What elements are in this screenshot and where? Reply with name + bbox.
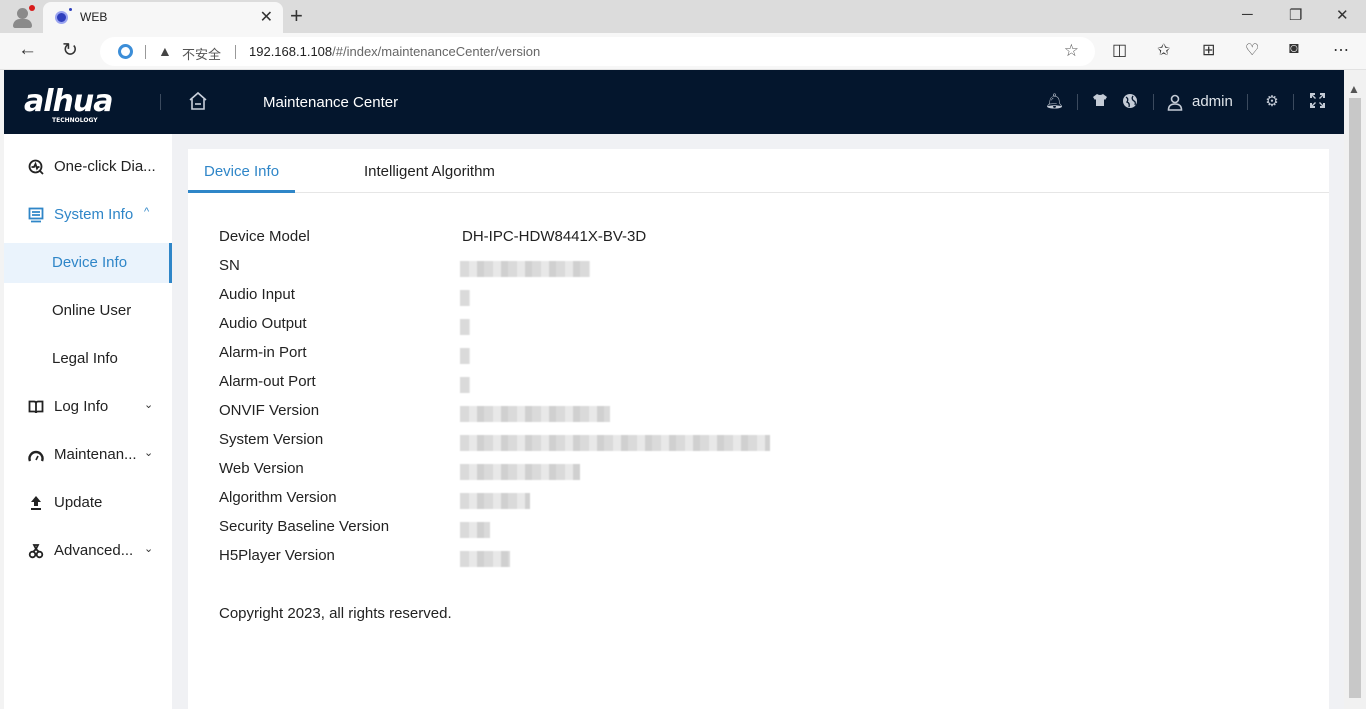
info-row-system-version: System Version	[219, 431, 919, 453]
favorites-icon[interactable]: ✩	[1157, 40, 1170, 60]
book-icon	[28, 400, 44, 414]
address-bar[interactable]: ▲ 不安全 192.168.1.108/#/index/maintenanceC…	[100, 37, 1095, 66]
diagnosis-icon	[28, 159, 44, 175]
advanced-icon	[28, 544, 44, 559]
browser-tab-title: WEB	[80, 10, 108, 24]
minimize-button[interactable]: ─	[1242, 6, 1253, 23]
address-toolbar: ← ↻ ▲ 不安全 192.168.1.108/#/index/maintena…	[0, 33, 1366, 70]
chevron-down-icon: ⌄	[144, 543, 154, 555]
ie-mode-icon[interactable]	[118, 44, 133, 59]
globe-icon[interactable]	[1121, 93, 1139, 111]
warning-icon[interactable]: ▲	[158, 43, 172, 59]
redacted-value	[460, 522, 490, 538]
copilot-icon[interactable]: ◙	[1289, 40, 1299, 58]
redacted-value	[460, 435, 770, 451]
system-info-icon	[28, 207, 44, 223]
scroll-up-arrow-icon[interactable]: ▲	[1348, 82, 1360, 96]
skin-icon[interactable]	[1091, 93, 1109, 111]
tab-intelligent-algorithm[interactable]: Intelligent Algorithm	[364, 163, 495, 180]
url-text[interactable]: 192.168.1.108/#/index/maintenanceCenter/…	[249, 44, 540, 59]
panel-tabs: Device Info Intelligent Algorithm	[188, 149, 1329, 193]
profile-icon[interactable]	[10, 4, 36, 30]
more-icon[interactable]: ⋯	[1333, 40, 1349, 60]
redacted-value	[460, 464, 580, 480]
window-close-button[interactable]: ✕	[1336, 6, 1349, 24]
settings-gear-icon[interactable]: ⚙	[1263, 93, 1281, 111]
info-row-security-baseline-version: Security Baseline Version	[219, 518, 919, 540]
sidebar-item-legal-info[interactable]: Legal Info	[4, 339, 172, 379]
security-label[interactable]: 不安全	[182, 44, 221, 63]
fullscreen-icon[interactable]	[1308, 93, 1326, 111]
info-row-device-model: Device Model DH-IPC-HDW8441X-BV-3D	[219, 228, 647, 245]
collections-icon[interactable]: ⊞	[1202, 40, 1215, 60]
info-row-audio-output: Audio Output	[219, 315, 919, 337]
copyright-text: Copyright 2023, all rights reserved.	[219, 605, 452, 622]
active-tab-indicator	[188, 190, 295, 193]
chevron-down-icon: ⌄	[144, 399, 154, 411]
browser-tab[interactable]: WEB ✕	[43, 2, 283, 33]
info-row-web-version: Web Version	[219, 460, 919, 482]
info-row-algorithm-version: Algorithm Version	[219, 489, 919, 511]
restore-button[interactable]: ❐	[1289, 6, 1302, 24]
chevron-down-icon: ⌄	[144, 447, 154, 459]
app-header: alhua TECHNOLOGY Maintenance Center 🔔︎ a…	[4, 70, 1344, 134]
device-info-panel: Device Info Intelligent Algorithm Device…	[188, 149, 1329, 709]
app-root: alhua TECHNOLOGY Maintenance Center 🔔︎ a…	[4, 70, 1344, 709]
info-row-alarm-in-port: Alarm-in Port	[219, 344, 919, 366]
scrollbar-thumb[interactable]	[1349, 98, 1361, 698]
info-row-sn: SN	[219, 257, 919, 279]
home-icon[interactable]	[187, 90, 209, 112]
redacted-value	[460, 406, 610, 422]
user-icon	[1167, 94, 1183, 111]
favicon-icon	[55, 11, 68, 24]
sidebar-item-maintenance[interactable]: Maintenan... ⌄	[4, 435, 172, 475]
page-scrollbar[interactable]: ▲	[1344, 70, 1366, 709]
redacted-value	[460, 493, 530, 509]
browser-tab-bar: WEB ✕ + ─ ❐ ✕	[0, 0, 1366, 33]
reload-icon[interactable]: ↻	[62, 39, 78, 62]
sidebar-item-log-info[interactable]: Log Info ⌄	[4, 387, 172, 427]
info-row-h5player-version: H5Player Version	[219, 547, 919, 569]
sidebar-item-one-click-diagnosis[interactable]: One-click Dia...	[4, 147, 172, 187]
redacted-value	[460, 290, 470, 306]
sidebar-item-advanced[interactable]: Advanced... ⌄	[4, 531, 172, 571]
close-tab-icon[interactable]: ✕	[260, 7, 273, 27]
brand-logo[interactable]: alhua TECHNOLOGY	[24, 84, 113, 124]
page-title: Maintenance Center	[263, 94, 399, 111]
performance-icon[interactable]: ♡	[1245, 40, 1259, 60]
upload-icon	[31, 496, 41, 510]
sidebar-item-device-info[interactable]: Device Info	[4, 243, 172, 283]
device-model-value: DH-IPC-HDW8441X-BV-3D	[462, 228, 647, 245]
redacted-value	[460, 348, 470, 364]
username: admin	[1192, 93, 1233, 110]
favorite-star-icon[interactable]: ☆	[1064, 41, 1079, 61]
split-screen-icon[interactable]: ◫	[1112, 40, 1127, 60]
sidebar: One-click Dia... System Info ^ Device In…	[4, 134, 172, 709]
gauge-icon	[28, 450, 44, 462]
redacted-value	[460, 319, 470, 335]
redacted-value	[460, 377, 470, 393]
bell-icon[interactable]: 🔔︎	[1045, 93, 1064, 111]
redacted-value	[460, 551, 510, 567]
sidebar-item-online-user[interactable]: Online User	[4, 291, 172, 331]
info-row-onvif-version: ONVIF Version	[219, 402, 919, 424]
new-tab-button[interactable]: +	[290, 3, 303, 29]
redacted-value	[460, 261, 590, 277]
info-row-audio-input: Audio Input	[219, 286, 919, 308]
tab-device-info[interactable]: Device Info	[204, 163, 279, 180]
back-icon[interactable]: ←	[18, 39, 37, 61]
sidebar-item-system-info[interactable]: System Info ^	[4, 195, 172, 235]
sidebar-item-update[interactable]: Update	[4, 483, 172, 523]
info-row-alarm-out-port: Alarm-out Port	[219, 373, 919, 395]
chevron-up-icon: ^	[144, 206, 150, 218]
